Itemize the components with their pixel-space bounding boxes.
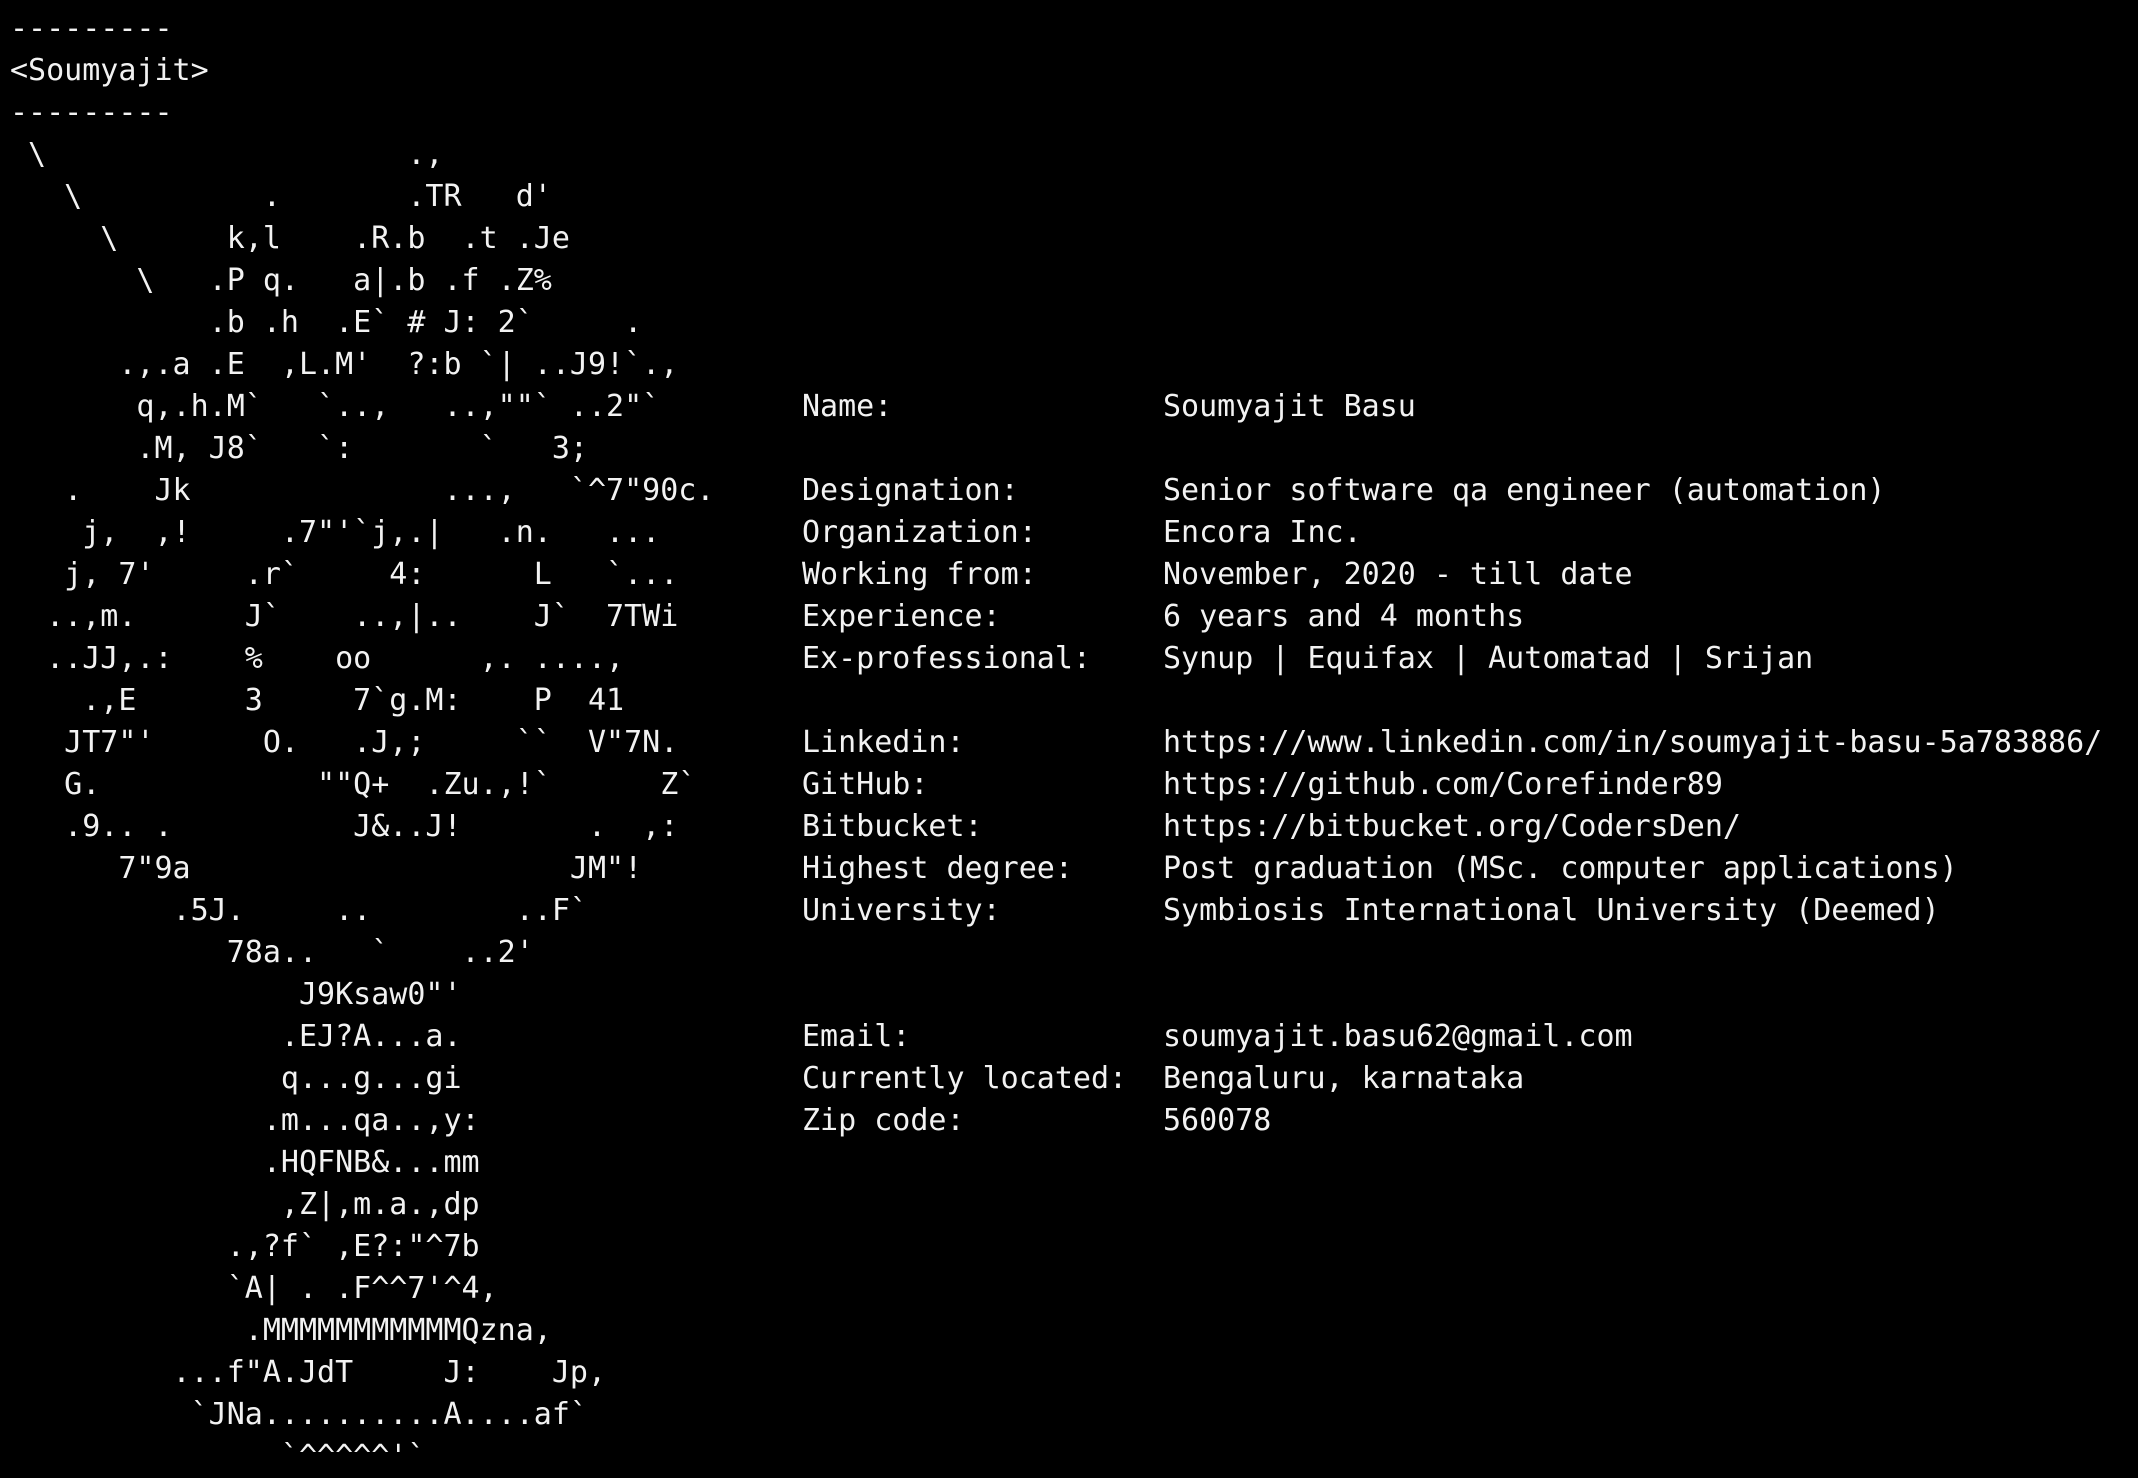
info-value: Symbiosis International University (Deem… (1163, 893, 1940, 928)
info-label: Zip code: (802, 1103, 965, 1138)
ascii-art-line: 7"9a JM"! (10, 851, 643, 886)
ascii-art-line: G. ""Q+ .Zu.,!` Z` (10, 767, 697, 802)
info-value: Post graduation (MSc. computer applicati… (1163, 851, 1958, 886)
ascii-art-line: .EJ?A...a. (10, 1019, 462, 1054)
info-label: Working from: (802, 557, 1037, 592)
ascii-art-line: .,?f` ,E?:"^7b (10, 1229, 480, 1264)
ascii-art-line: j, 7' .r` 4: L `... (10, 557, 679, 592)
ascii-art-line: ,Z|,m.a.,dp (10, 1187, 480, 1222)
info-value: Senior software qa engineer (automation) (1163, 473, 1886, 508)
ascii-art-line: .MMMMMMMMMMMQzna, (10, 1313, 552, 1348)
info-label: Currently located: (802, 1061, 1128, 1096)
info-value: Bengaluru, karnataka (1163, 1061, 1525, 1096)
info-label: Designation: (802, 473, 1019, 508)
info-label: Bitbucket: (802, 809, 983, 844)
info-value: soumyajit.basu62@gmail.com (1163, 1019, 1633, 1054)
ascii-art-line: \ .P q. a|.b .f .Z% (10, 263, 552, 298)
ascii-art-line: 78a.. ` ..2' (10, 935, 534, 970)
username-heading: <Soumyajit> (10, 53, 209, 88)
info-value: Synup | Equifax | Automatad | Srijan (1163, 641, 1814, 676)
ascii-art-line: .b .h .E` # J: 2` . (10, 305, 643, 340)
info-label: Ex-professional: (802, 641, 1091, 676)
info-label: Organization: (802, 515, 1037, 550)
ascii-art-line: q...g...gi (10, 1061, 462, 1096)
info-value: November, 2020 - till date (1163, 557, 1633, 592)
ascii-art-line: .HQFNB&...mm (10, 1145, 480, 1180)
info-value: https://bitbucket.org/CodersDen/ (1163, 809, 1741, 844)
info-value: 6 years and 4 months (1163, 599, 1525, 634)
ascii-art-line: j, ,! .7"'`j,.| .n. ... (10, 515, 661, 550)
ascii-art-line: \ ., (10, 137, 444, 172)
terminal-window: --------- <Soumyajit> --------- \ ., \ .… (0, 0, 2138, 1476)
info-value: 560078 (1163, 1103, 1272, 1138)
info-label: Name: (802, 389, 893, 424)
info-label: University: (802, 893, 1001, 928)
info-value: Encora Inc. (1163, 515, 1362, 550)
ascii-art-line: ...f"A.JdT J: Jp, (10, 1355, 607, 1390)
info-value: https://github.com/Corefinder89 (1163, 767, 1723, 802)
ascii-art-line: .5J. .. ..F` (10, 893, 588, 928)
ascii-art-line: \ . .TR d' (10, 179, 552, 214)
ascii-art-line: ..,m. J` ..,|.. J` 7TWi (10, 599, 679, 634)
info-value: Soumyajit Basu (1163, 389, 1416, 424)
info-label: Email: (802, 1019, 911, 1054)
info-label: Highest degree: (802, 851, 1073, 886)
header-rule-bottom: --------- (10, 95, 173, 130)
ascii-art-line: ..JJ,.: % oo ,. ...., (10, 641, 625, 676)
ascii-art-line: .,E 3 7`g.M: P 41 (10, 683, 625, 718)
info-label: Linkedin: (802, 725, 965, 760)
info-label: Experience: (802, 599, 1001, 634)
ascii-art-line: `A| . .F^^7'^4, (10, 1271, 498, 1306)
ascii-art-line: .m...qa..,y: (10, 1103, 480, 1138)
ascii-art-line: JT7"' O. .J,; `` V"7N. (10, 725, 679, 760)
ascii-art-line: .9.. . J&..J! . ,: (10, 809, 679, 844)
ascii-art-line: `^^^^^'` (10, 1439, 426, 1474)
ascii-art-line: \ k,l .R.b .t .Je (10, 221, 570, 256)
ascii-art-line: J9Ksaw0"' (10, 977, 462, 1012)
info-value: https://www.linkedin.com/in/soumyajit-ba… (1163, 725, 2103, 760)
header-rule-top: --------- (10, 11, 173, 46)
ascii-art-line: q,.h.M` `.., ..,""` ..2"` (10, 389, 661, 424)
ascii-art-line: .,.a .E ,L.M' ?:b `| ..J9!`., (10, 347, 679, 382)
ascii-art-line: . Jk ..., `^7"90c. (10, 473, 715, 508)
ascii-art-line: `JNa..........A....af` (10, 1397, 588, 1432)
ascii-art-line: .M, J8` `: ` 3; (10, 431, 588, 466)
info-label: GitHub: (802, 767, 929, 802)
